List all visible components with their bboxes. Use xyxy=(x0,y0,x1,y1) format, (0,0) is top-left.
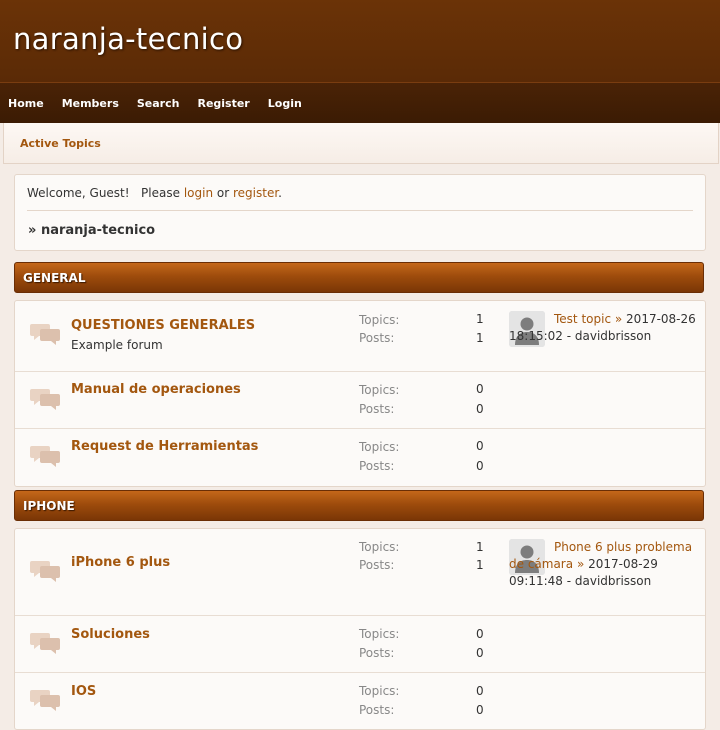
forum-row: Soluciones Topics: 0 Posts: 0 xyxy=(15,615,705,673)
forum-bubbles-icon xyxy=(30,687,62,711)
nav-search[interactable]: Search xyxy=(137,97,180,110)
topics-count: 0 xyxy=(476,439,484,453)
posts-label: Posts: xyxy=(359,703,395,717)
welcome-message: Welcome, Guest! Please login or register… xyxy=(27,186,282,200)
register-link[interactable]: register xyxy=(233,186,278,200)
posts-label: Posts: xyxy=(359,558,395,572)
nav-register[interactable]: Register xyxy=(197,97,249,110)
posts-label: Posts: xyxy=(359,459,395,473)
last-post-info: Phone 6 plus problema de cámara » 2017-0… xyxy=(509,539,699,590)
divider xyxy=(27,210,693,211)
nav-home[interactable]: Home xyxy=(8,97,44,110)
posts-count: 0 xyxy=(476,402,484,416)
posts-count: 0 xyxy=(476,459,484,473)
forum-link-manual-de-operaciones[interactable]: Manual de operaciones xyxy=(71,382,241,397)
posts-label: Posts: xyxy=(359,402,395,416)
topics-label: Topics: xyxy=(359,627,400,641)
forum-bubbles-icon xyxy=(30,386,62,410)
posts-count: 0 xyxy=(476,703,484,717)
active-topics-link[interactable]: Active Topics xyxy=(20,137,101,150)
topics-label: Topics: xyxy=(359,313,400,327)
site-title[interactable]: naranja-tecnico xyxy=(13,22,243,56)
forum-bubbles-icon xyxy=(30,321,62,345)
topics-label: Topics: xyxy=(359,540,400,554)
posts-count: 0 xyxy=(476,646,484,660)
forum-bubbles-icon xyxy=(30,443,62,467)
welcome-please: Please xyxy=(141,186,180,200)
topics-count: 0 xyxy=(476,382,484,396)
topics-label: Topics: xyxy=(359,440,400,454)
forum-description: Example forum xyxy=(71,338,163,352)
welcome-box: Welcome, Guest! Please login or register… xyxy=(14,174,706,251)
welcome-period: . xyxy=(278,186,282,200)
forum-row: IOS Topics: 0 Posts: 0 xyxy=(15,672,705,729)
main-navbar: Home Members Search Register Login xyxy=(0,82,720,123)
breadcrumb: » naranja-tecnico xyxy=(28,223,155,238)
welcome-greeting: Welcome, Guest! xyxy=(27,186,130,200)
forum-row: QUESTIONES GENERALES Example forum Topic… xyxy=(15,301,705,372)
forum-link-ios[interactable]: IOS xyxy=(71,684,96,699)
posts-count: 1 xyxy=(476,558,484,572)
topics-count: 1 xyxy=(476,312,484,326)
last-post-author: davidbrisson xyxy=(574,329,652,343)
forum-bubbles-icon xyxy=(30,630,62,654)
topics-count: 1 xyxy=(476,540,484,554)
site-header: naranja-tecnico xyxy=(0,0,720,82)
nav-login[interactable]: Login xyxy=(268,97,302,110)
posts-label: Posts: xyxy=(359,646,395,660)
login-link[interactable]: login xyxy=(184,186,213,200)
forum-link-iphone-6-plus[interactable]: iPhone 6 plus xyxy=(71,555,170,570)
sub-navbar: Active Topics xyxy=(3,123,719,164)
last-post-info: Test topic » 2017-08-26 18:15:02 - david… xyxy=(509,311,699,345)
breadcrumb-home[interactable]: naranja-tecnico xyxy=(41,223,155,238)
forum-row: Manual de operaciones Topics: 0 Posts: 0 xyxy=(15,371,705,429)
category-general-forums: QUESTIONES GENERALES Example forum Topic… xyxy=(14,300,706,487)
last-post-link[interactable]: Test topic xyxy=(554,312,611,326)
forum-link-questiones-generales[interactable]: QUESTIONES GENERALES xyxy=(71,318,255,333)
posts-count: 1 xyxy=(476,331,484,345)
topics-label: Topics: xyxy=(359,684,400,698)
last-post-arrow-icon[interactable]: » xyxy=(577,557,584,571)
breadcrumb-separator: » xyxy=(28,223,37,238)
category-iphone-forums: iPhone 6 plus Topics: 1 Posts: 1 Phone 6… xyxy=(14,528,706,730)
forum-row: iPhone 6 plus Topics: 1 Posts: 1 Phone 6… xyxy=(15,529,705,616)
topics-label: Topics: xyxy=(359,383,400,397)
forum-row: Request de Herramientas Topics: 0 Posts:… xyxy=(15,428,705,485)
topics-count: 0 xyxy=(476,627,484,641)
forum-link-request-de-herramientas[interactable]: Request de Herramientas xyxy=(71,439,258,454)
last-post-author: davidbrisson xyxy=(574,574,652,588)
welcome-or: or xyxy=(216,186,230,200)
category-header-general[interactable]: GENERAL xyxy=(14,262,704,293)
nav-members[interactable]: Members xyxy=(62,97,119,110)
category-header-iphone[interactable]: IPHONE xyxy=(14,490,704,521)
forum-bubbles-icon xyxy=(30,558,62,582)
forum-link-soluciones[interactable]: Soluciones xyxy=(71,627,150,642)
topics-count: 0 xyxy=(476,684,484,698)
posts-label: Posts: xyxy=(359,331,395,345)
last-post-arrow-icon[interactable]: » xyxy=(615,312,622,326)
